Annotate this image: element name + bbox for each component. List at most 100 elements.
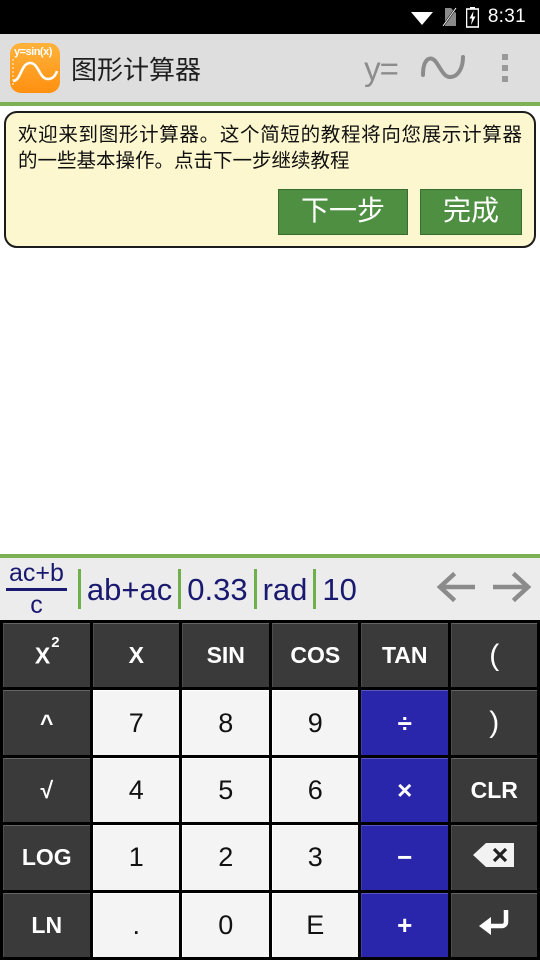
page-title: 图形计算器	[71, 54, 202, 85]
wifi-icon	[410, 8, 433, 26]
key-8[interactable]: 8	[182, 690, 269, 755]
previous-button[interactable]	[428, 570, 484, 609]
key-label: 6	[307, 774, 323, 805]
key-exponent[interactable]: E	[271, 892, 358, 957]
key-close-paren[interactable]: )	[450, 690, 537, 755]
key-label: (	[489, 638, 500, 672]
key-clear[interactable]: CLR	[450, 757, 537, 823]
angle-mode-indicator[interactable]: rad	[263, 574, 308, 605]
key-9[interactable]: 9	[271, 690, 358, 755]
key-label: E	[306, 909, 325, 940]
key-0[interactable]: 0	[182, 892, 269, 957]
sine-wave-icon	[420, 49, 466, 88]
y-equals-button[interactable]: y=	[350, 37, 412, 99]
key-sqrt[interactable]: √	[3, 757, 90, 823]
key-minus[interactable]: −	[361, 825, 448, 890]
fraction-mode-indicator[interactable]: ac+b c	[6, 558, 67, 619]
key-label: TAN	[381, 642, 428, 669]
key-label: 5	[218, 774, 234, 805]
strip-separator	[178, 569, 182, 609]
key-x-squared[interactable]: X2	[3, 623, 90, 688]
key-ln[interactable]: LN	[3, 892, 90, 957]
value-indicator[interactable]: 0.33	[187, 574, 247, 605]
key-label: LOG	[21, 844, 72, 871]
arrow-left-icon	[433, 570, 479, 609]
key-power[interactable]: ^	[3, 690, 90, 755]
key-label: −	[397, 842, 413, 873]
strip-separator	[313, 569, 317, 609]
key-decimal-point[interactable]: .	[92, 892, 179, 957]
strip-separator	[77, 569, 81, 609]
tutorial-card: 欢迎来到图形计算器。这个简短的教程将向您展示计算器的一些基本操作。点击下一步继续…	[4, 111, 536, 248]
status-bar-clock: 8:31	[487, 6, 526, 27]
tutorial-next-button[interactable]: 下一步	[277, 188, 408, 235]
key-3[interactable]: 3	[271, 825, 358, 890]
key-label: ×	[397, 774, 413, 805]
key-label: √	[40, 776, 54, 803]
graph-canvas[interactable]	[0, 250, 540, 554]
key-cos[interactable]: COS	[271, 623, 358, 688]
key-label: ÷	[397, 707, 412, 738]
key-label: X	[128, 642, 144, 669]
key-4[interactable]: 4	[92, 757, 179, 823]
key-log[interactable]: LOG	[3, 825, 90, 890]
graph-curve-button[interactable]	[412, 37, 474, 99]
tutorial-done-button[interactable]: 完成	[419, 188, 522, 235]
status-bar: 8:31	[0, 0, 540, 34]
key-enter[interactable]	[450, 892, 537, 957]
key-7[interactable]: 7	[92, 690, 179, 755]
key-multiply[interactable]: ×	[361, 757, 448, 823]
key-label: CLR	[470, 776, 518, 803]
overflow-menu-button[interactable]	[474, 37, 536, 99]
key-divide[interactable]: ÷	[361, 690, 448, 755]
next-button[interactable]	[484, 570, 540, 609]
y-equals-icon: y=	[364, 49, 399, 87]
key-backspace[interactable]	[450, 825, 537, 890]
backspace-icon	[472, 842, 516, 874]
arrow-right-icon	[489, 570, 535, 609]
key-tan[interactable]: TAN	[361, 623, 448, 688]
key-label: LN	[31, 911, 63, 938]
key-open-paren[interactable]: (	[450, 623, 537, 688]
calculator-app: 8:31 y=sin(x) 图形计算器 y= 欢迎来到图形计算器。这个简短的教程…	[0, 0, 540, 960]
key-x[interactable]: X	[92, 623, 179, 688]
key-label: .	[132, 909, 140, 940]
tutorial-actions: 下一步 完成	[18, 188, 522, 235]
key-label: +	[397, 909, 413, 940]
key-2[interactable]: 2	[182, 825, 269, 890]
key-label: COS	[290, 642, 341, 669]
key-6[interactable]: 6	[271, 757, 358, 823]
key-label: 3	[307, 842, 323, 873]
key-5[interactable]: 5	[182, 757, 269, 823]
battery-charging-icon	[465, 6, 479, 28]
key-label: 1	[128, 842, 144, 873]
status-strip: ac+b c ab+ac 0.33 rad 10	[0, 558, 540, 620]
key-label: X2	[34, 633, 60, 669]
key-1[interactable]: 1	[92, 825, 179, 890]
key-label: 2	[218, 842, 234, 873]
app-toolbar: y=sin(x) 图形计算器 y=	[0, 34, 540, 102]
key-label: 7	[128, 707, 144, 738]
tutorial-container: 欢迎来到图形计算器。这个简短的教程将向您展示计算器的一些基本操作。点击下一步继续…	[0, 106, 540, 248]
key-label: )	[489, 706, 500, 740]
key-sin[interactable]: SIN	[182, 623, 269, 688]
overflow-menu-icon	[502, 54, 508, 82]
key-label: 0	[218, 909, 234, 940]
key-label: SIN	[206, 642, 245, 669]
key-label: 4	[128, 774, 144, 805]
status-strip-container: ac+b c ab+ac 0.33 rad 10	[0, 554, 540, 620]
expression-indicator[interactable]: ab+ac	[87, 574, 172, 605]
key-superscript: 2	[51, 633, 60, 651]
keypad: X2 X SIN COS TAN ( ^ 7 8 9 ÷) √ 4 5 6 × CLR LOG 1 2 3 − LN. 0 E +	[0, 620, 540, 960]
enter-icon	[476, 907, 512, 943]
base-indicator[interactable]: 10	[322, 574, 356, 605]
fraction-denominator: c	[30, 590, 43, 619]
no-sim-icon	[442, 7, 457, 27]
tutorial-text: 欢迎来到图形计算器。这个简短的教程将向您展示计算器的一些基本操作。点击下一步继续…	[18, 124, 522, 172]
key-plus[interactable]: +	[361, 892, 448, 957]
key-label: ^	[40, 709, 54, 736]
key-label: 9	[307, 707, 323, 738]
app-logo-icon: y=sin(x)	[10, 43, 60, 93]
strip-separator	[253, 569, 257, 609]
fraction-numerator: ac+b	[9, 558, 64, 587]
